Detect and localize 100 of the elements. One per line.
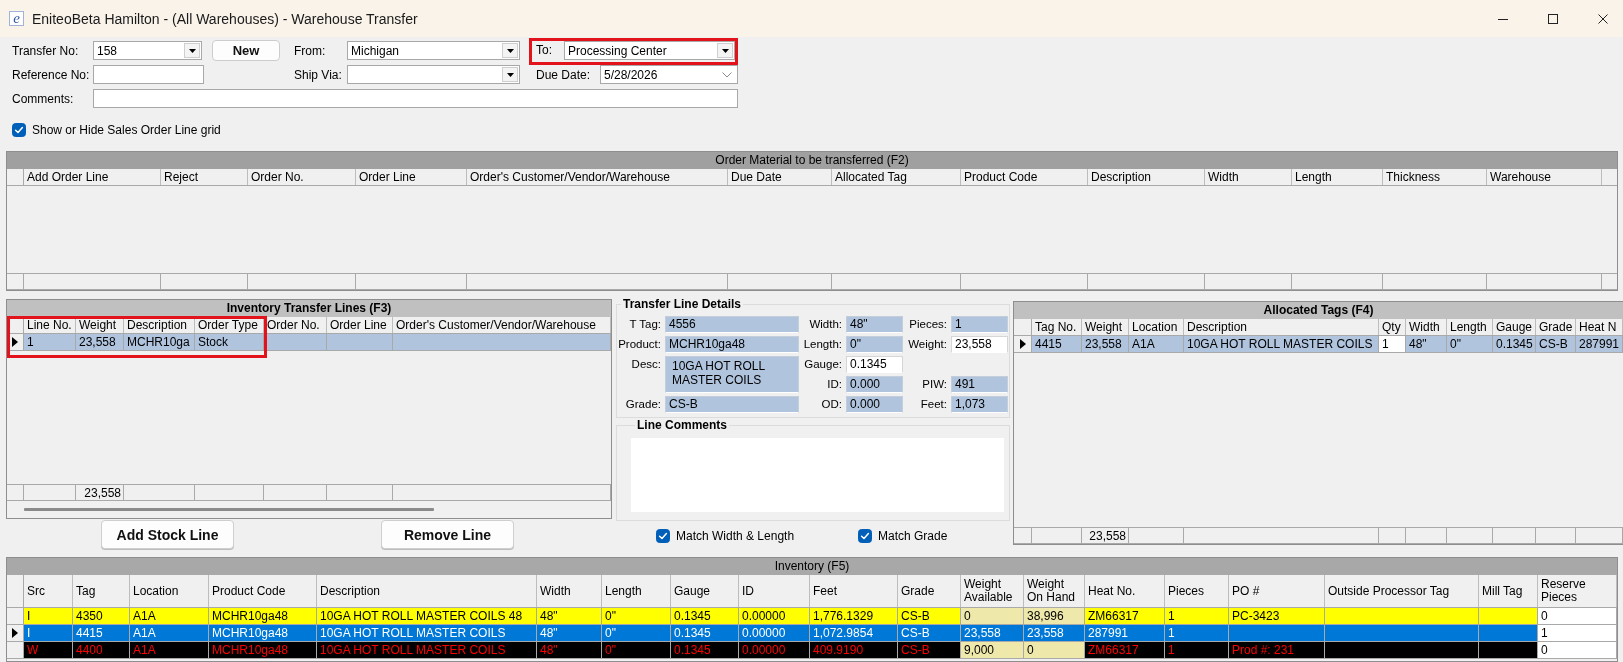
table-cell: 287991 (1085, 625, 1165, 641)
text-field[interactable]: MCHR10ga48 (665, 336, 799, 353)
dropdown-field[interactable]: Michigan (347, 41, 520, 60)
new-button[interactable]: New (212, 40, 280, 61)
column-header: Reserve Pieces (1538, 575, 1617, 607)
table-row[interactable]: 1 23,558 MCHR10ga Stock (7, 334, 611, 351)
table-cell: 4350 (73, 608, 130, 624)
checkbox[interactable] (858, 529, 872, 543)
text-field[interactable]: 0.000 (846, 396, 903, 413)
text-field[interactable]: 48" (846, 316, 903, 333)
text-field[interactable]: 1 (951, 316, 1008, 333)
text-field[interactable]: 10GA HOT ROLL MASTER COILS (665, 356, 799, 393)
text-field[interactable]: 0.1345 (846, 356, 903, 373)
checkbox-label[interactable]: Match Grade (878, 529, 948, 543)
caret-down-icon (188, 48, 196, 53)
column-header: Line No. (24, 317, 76, 333)
table-cell: 0.00000 (739, 608, 810, 624)
field-label: Transfer No: (12, 43, 80, 58)
group-title: Line Comments (636, 418, 728, 432)
dropdown-button[interactable] (717, 43, 733, 58)
table-row[interactable]: W 4400 A1A MCHR10ga48 10GA HOT ROLL MASTER COILS 48" 0" 0.1345 0.00000 409.9190 CS-B 9,000 0 ZM66317 1 Prod #: 231 0 (7, 642, 1617, 659)
field-label: Grade: (624, 397, 661, 412)
maximize-icon[interactable] (1548, 13, 1558, 24)
table-cell: MCHR10ga (124, 334, 195, 350)
table-cell: I (24, 625, 73, 641)
table-cell: PC-3423 (1229, 608, 1325, 624)
table-cell: 0" (602, 642, 671, 658)
checkbox[interactable] (656, 529, 670, 543)
table-row[interactable]: I 4415 A1A MCHR10ga48 10GA HOT ROLL MASTER COILS 48" 0" 0.1345 0.00000 1,072.9854 CS-B 23,558 23,558 287991 1 1 (7, 625, 1617, 642)
row-pointer-icon (12, 628, 18, 638)
column-header: Tag (73, 575, 130, 607)
table-cell: 0 (961, 608, 1024, 624)
input-field[interactable] (93, 89, 738, 108)
table-cell: 23,558 (961, 625, 1024, 641)
table-row[interactable]: 4415 23,558 A1A 10GA HOT ROLL MASTER COILS 1 48" 0" 0.1345 CS-B 287991 (1014, 336, 1623, 353)
cell-input[interactable]: 1 (1379, 336, 1406, 352)
column-header: Order No. (248, 169, 356, 185)
table-cell: MCHR10ga48 (209, 608, 317, 624)
column-header: Add Order Line (24, 169, 161, 185)
remove-line-button[interactable]: Remove Line (381, 520, 514, 549)
table-cell: 4415 (1032, 336, 1082, 352)
column-header: Grade (898, 575, 961, 607)
table-cell: 1 (1165, 625, 1229, 641)
column-header: Order's Customer/Vendor/Warehouse (393, 317, 611, 333)
close-icon[interactable] (1598, 13, 1608, 24)
column-header: Feet (810, 575, 898, 607)
table-cell: ZM66317 (1085, 608, 1165, 624)
total-cell: 23,558 (1082, 528, 1129, 543)
column-header: Outside Processor Tag (1325, 575, 1479, 607)
table-cell: 38,996 (1024, 608, 1085, 624)
table-cell: 1 (24, 334, 76, 350)
date-field[interactable]: 5/28/2026 (600, 65, 738, 84)
text-field[interactable]: 1,073 (951, 396, 1008, 413)
field-label: Reference No: (12, 67, 91, 82)
table-cell: 23,558 (1082, 336, 1129, 352)
table-cell: 409.9190 (810, 642, 898, 658)
column-header: Pieces (1165, 575, 1229, 607)
table-cell: W (24, 642, 73, 658)
caret-down-icon (506, 72, 514, 77)
row-header[interactable] (1014, 336, 1032, 352)
cell-input[interactable]: 0 (1538, 642, 1617, 658)
table-cell: 0.1345 (1493, 336, 1536, 352)
add-stock-line-button[interactable]: Add Stock Line (101, 520, 234, 549)
cell-input[interactable]: 0 (1538, 608, 1617, 624)
table-cell: CS-B (1536, 336, 1576, 352)
chevron-down-icon[interactable] (722, 71, 732, 78)
column-header: Weight Available (961, 575, 1024, 607)
column-header: PO # (1229, 575, 1325, 607)
text-field[interactable]: 0" (846, 336, 903, 353)
text-field[interactable]: CS-B (665, 396, 799, 413)
column-header: Warehouse (1487, 169, 1602, 185)
checkbox-label[interactable]: Match Width & Length (676, 529, 795, 543)
caret-down-icon (721, 48, 729, 53)
column-header: Heat N (1576, 319, 1623, 335)
table-row[interactable]: I 4350 A1A MCHR10ga48 10GA HOT ROLL MASTER COILS 48 48" 0" 0.1345 0.00000 1,776.1329 CS-B 0 38,996 ZM66317 1 PC-3423 0 (7, 608, 1617, 625)
scrollbar-thumb[interactable] (24, 508, 434, 511)
dropdown-button[interactable] (502, 67, 518, 82)
cell-input[interactable]: 1 (1538, 625, 1617, 641)
table-cell: 0.00000 (739, 642, 810, 658)
table-cell: A1A (1129, 336, 1184, 352)
dropdown-button[interactable] (184, 43, 200, 58)
dropdown-field[interactable]: Processing Center (564, 41, 735, 60)
row-header[interactable] (7, 625, 24, 641)
dropdown-field[interactable]: 158 (93, 41, 202, 60)
input-field[interactable] (93, 65, 204, 84)
table-cell: 1,776.1329 (810, 608, 898, 624)
table-cell: A1A (130, 608, 209, 624)
text-field[interactable]: 4556 (665, 316, 799, 333)
window-title: EniteoBeta Hamilton - (All Warehouses) - Warehouse Transfer (32, 10, 418, 27)
text-field[interactable]: 23,558 (951, 336, 1008, 353)
dropdown-field[interactable] (347, 65, 520, 84)
checkbox[interactable] (12, 122, 26, 137)
checkbox-label[interactable]: Show or Hide Sales Order Line grid (32, 122, 221, 137)
grid-title: Order Material to be transferred (F2) (7, 152, 1617, 169)
field-label: Gauge: (803, 357, 842, 372)
text-field[interactable]: 491 (951, 376, 1008, 393)
table-cell: 48" (537, 642, 602, 658)
dropdown-button[interactable] (502, 43, 518, 58)
field-label: OD: (820, 397, 842, 412)
text-field[interactable]: 0.000 (846, 376, 903, 393)
